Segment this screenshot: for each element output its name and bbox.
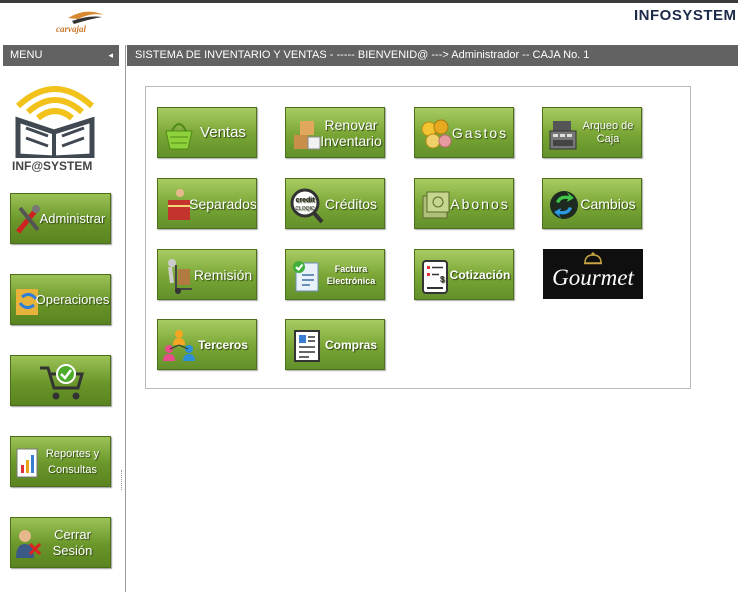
exchange-arrows-icon bbox=[550, 191, 578, 219]
arqueo-caja-tile[interactable]: Arqueo de Caja bbox=[542, 107, 642, 158]
carvajal-logo: carvajal bbox=[52, 9, 124, 37]
renovar-inventario-label: Renovar Inventario bbox=[320, 116, 382, 149]
cart-label bbox=[37, 356, 108, 405]
creditos-tile[interactable]: credit CLOQIC Créditos bbox=[285, 178, 385, 229]
operaciones-button[interactable]: Operaciones bbox=[10, 274, 111, 325]
svg-text:credit: credit bbox=[295, 197, 315, 204]
cotizacion-tile[interactable]: $ Cotización bbox=[414, 249, 514, 300]
credit-magnifier-icon: credit CLOQIC bbox=[290, 188, 324, 224]
app-logo-label: INF@SYSTEM bbox=[12, 159, 93, 173]
sidebar-resize-grip[interactable] bbox=[121, 470, 123, 490]
ventas-label: Ventas bbox=[200, 124, 246, 141]
electronic-invoice-icon bbox=[293, 261, 319, 292]
remision-tile[interactable]: Remisión bbox=[157, 249, 257, 300]
cambios-tile[interactable]: Cambios bbox=[542, 178, 642, 229]
cash-register-icon bbox=[549, 121, 577, 150]
renovar-inventario-tile[interactable]: Renovar Inventario bbox=[285, 107, 385, 158]
inventory-boxes-icon bbox=[294, 121, 321, 150]
svg-text:CLOQIC: CLOQIC bbox=[295, 206, 315, 212]
arqueo-caja-label: Arqueo de Caja bbox=[582, 119, 634, 145]
separados-tile[interactable]: Separados bbox=[157, 178, 257, 229]
menu-label: MENU bbox=[10, 49, 43, 61]
collapse-arrow-icon[interactable]: ◂ bbox=[108, 45, 113, 66]
reportes-label: Reportes y Consultas bbox=[45, 447, 100, 476]
brand-title: INFOSYSTEM bbox=[634, 7, 737, 24]
cerrar-sesion-button[interactable]: Cerrar Sesión bbox=[10, 517, 111, 568]
separados-label: Separados bbox=[189, 195, 257, 212]
modules-panel: Ventas Renovar Inventario Gastos Arqueo … bbox=[145, 86, 691, 389]
compras-tile[interactable]: Compras bbox=[285, 319, 385, 370]
svg-text:$: $ bbox=[440, 275, 445, 284]
money-bills-icon bbox=[422, 191, 450, 219]
cotizacion-label: Cotización bbox=[449, 267, 511, 282]
operaciones-label: Operaciones bbox=[35, 291, 110, 307]
cambios-label: Cambios bbox=[580, 195, 636, 212]
purchase-document-icon bbox=[294, 330, 320, 362]
sidebar-divider bbox=[125, 45, 126, 592]
abonos-tile[interactable]: Abonos bbox=[414, 178, 514, 229]
coins-icon bbox=[421, 119, 452, 149]
app-logo: INF@SYSTEM bbox=[10, 76, 100, 176]
administrar-button[interactable]: Administrar bbox=[10, 193, 111, 244]
compras-label: Compras bbox=[324, 337, 377, 352]
creditos-label: Créditos bbox=[324, 195, 378, 212]
gourmet-label: Gourmet bbox=[552, 265, 634, 290]
cloche-icon bbox=[584, 252, 602, 265]
factura-electronica-tile[interactable]: Factura Electrónica bbox=[285, 249, 385, 300]
abonos-label: Abonos bbox=[450, 195, 510, 212]
terceros-label: Terceros bbox=[198, 337, 248, 352]
top-border bbox=[0, 0, 738, 3]
system-title-bar: SISTEMA DE INVENTARIO Y VENTAS - ----- B… bbox=[127, 45, 738, 66]
gastos-tile[interactable]: Gastos bbox=[414, 107, 514, 158]
wifi-book-icon bbox=[15, 86, 95, 161]
basket-icon bbox=[165, 123, 193, 150]
terceros-tile[interactable]: Terceros bbox=[157, 319, 257, 370]
quotation-device-icon: $ bbox=[422, 260, 448, 294]
administrar-label: Administrar bbox=[39, 210, 106, 226]
remision-label: Remisión bbox=[193, 266, 253, 283]
hand-truck-icon bbox=[168, 259, 192, 294]
gastos-label: Gastos bbox=[451, 124, 509, 141]
gourmet-tile[interactable]: Gourmet bbox=[543, 249, 643, 299]
cart-button[interactable] bbox=[10, 355, 111, 406]
reportes-button[interactable]: Reportes y Consultas bbox=[10, 436, 111, 487]
menu-header[interactable]: MENU ◂ bbox=[3, 45, 119, 66]
ventas-tile[interactable]: Ventas bbox=[157, 107, 257, 158]
people-network-icon bbox=[163, 330, 195, 361]
factura-electronica-label: Factura Electrónica bbox=[326, 263, 376, 286]
cerrar-sesion-label: Cerrar Sesión bbox=[52, 526, 93, 558]
logo-text: carvajal bbox=[56, 24, 86, 34]
